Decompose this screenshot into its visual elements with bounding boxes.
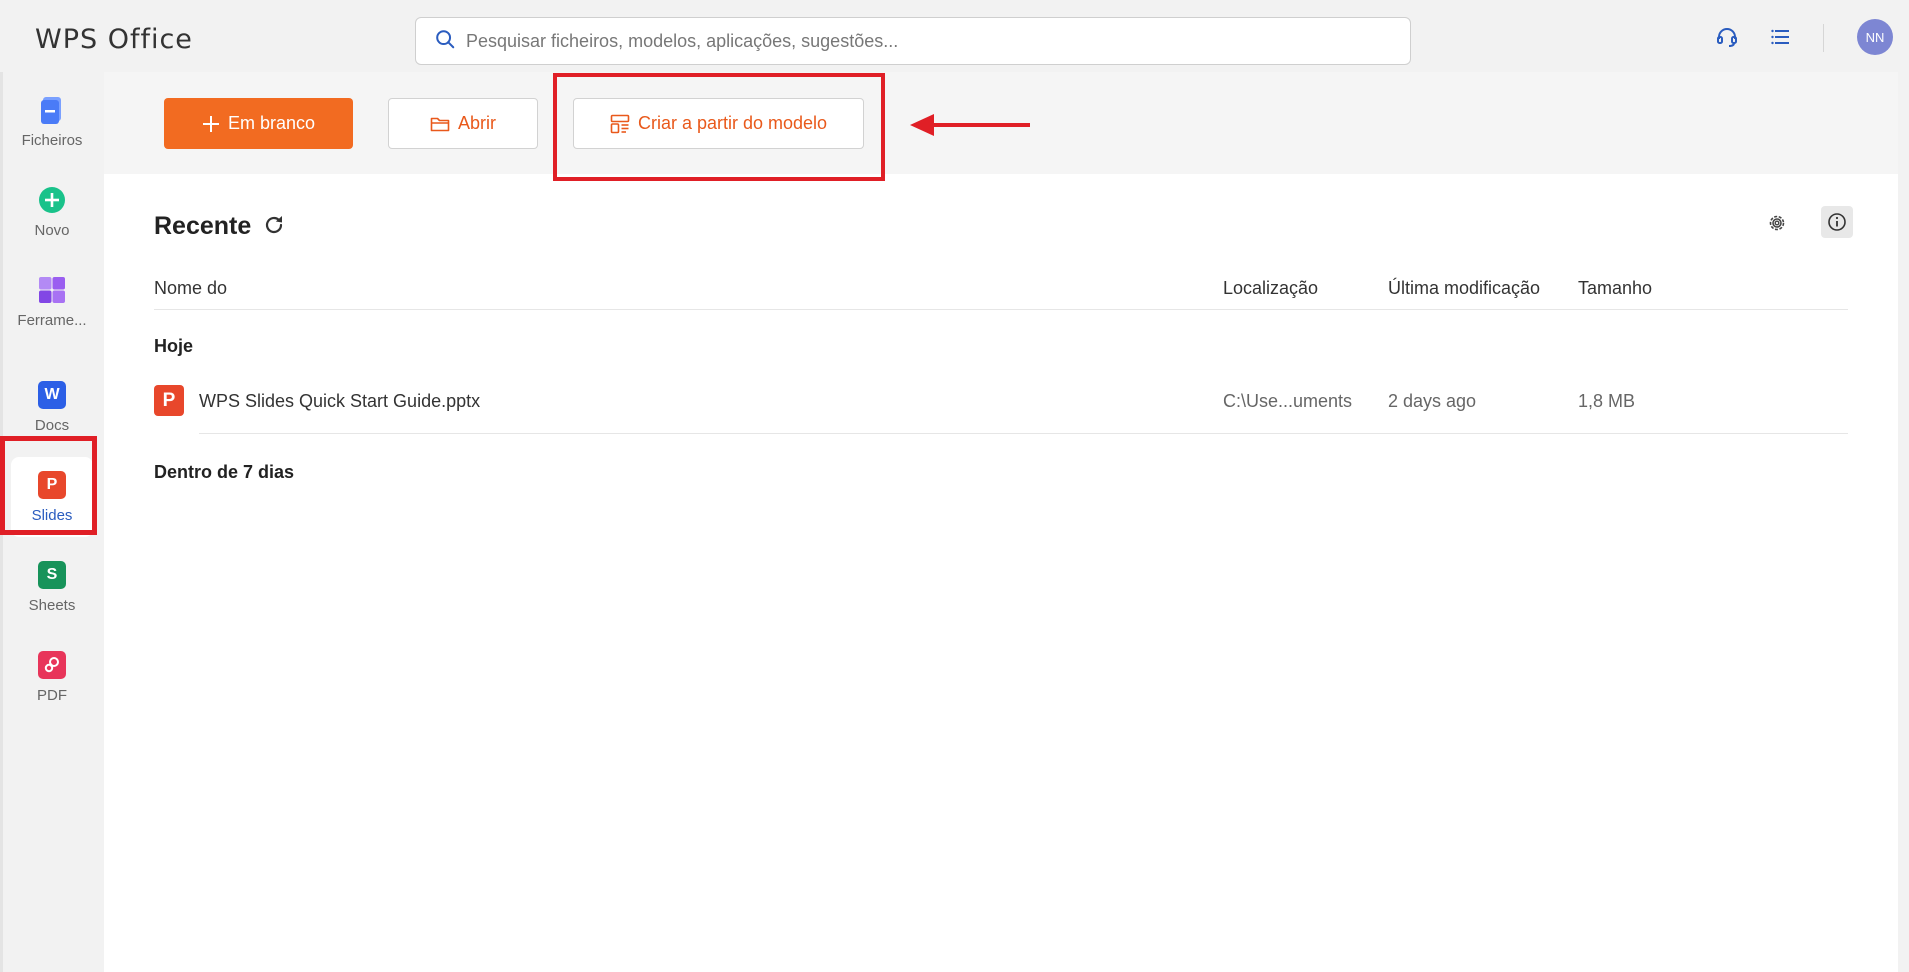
divider xyxy=(154,309,1848,310)
pdf-icon xyxy=(38,650,66,679)
gear-icon[interactable] xyxy=(1764,210,1790,236)
open-label: Abrir xyxy=(457,113,496,133)
column-header-modified[interactable]: Última modificação xyxy=(1388,278,1540,299)
new-blank-button[interactable]: Em branco xyxy=(164,98,353,149)
sidebar-item-ferramentas[interactable]: Ferrame... xyxy=(11,262,93,342)
sidebar-item-label: Ficheiros xyxy=(21,131,83,149)
new-blank-label: Em branco xyxy=(227,113,316,133)
docs-icon: W xyxy=(38,380,66,409)
divider xyxy=(1823,24,1824,52)
page-title: Recente xyxy=(154,212,252,240)
sidebar-item-label: Ferrame... xyxy=(17,311,87,329)
sidebar-item-docs[interactable]: W Docs xyxy=(11,367,93,447)
sidebar-item-label: Novo xyxy=(34,221,70,239)
column-header-location[interactable]: Localização xyxy=(1223,278,1318,299)
column-header-name[interactable]: Nome do xyxy=(154,278,227,299)
file-size: 1,8 MB xyxy=(1578,391,1636,411)
file-modified: 2 days ago xyxy=(1388,391,1477,411)
top-bar: WPS Office NN xyxy=(0,0,1909,72)
tools-icon xyxy=(38,276,66,304)
pptx-file-icon: P xyxy=(154,385,184,416)
sheets-icon: S xyxy=(38,560,66,589)
files-icon xyxy=(38,96,66,124)
folder-icon xyxy=(430,115,450,133)
arrow-annotation xyxy=(910,114,1030,136)
divider xyxy=(199,433,1848,434)
open-button[interactable]: Abrir xyxy=(388,98,538,149)
sidebar-item-pdf[interactable]: PDF xyxy=(11,637,93,717)
info-icon[interactable] xyxy=(1821,206,1853,238)
main-content: Em branco Abrir Criar a partir do modelo… xyxy=(104,72,1898,972)
file-location: C:\Use...uments xyxy=(1223,391,1353,411)
app-logo: WPS Office xyxy=(35,24,193,55)
refresh-icon[interactable] xyxy=(262,213,288,239)
sidebar-item-label: Sheets xyxy=(28,596,76,614)
search-input[interactable] xyxy=(466,30,1366,52)
headset-support-icon[interactable] xyxy=(1714,24,1740,50)
group-label-today: Hoje xyxy=(154,336,194,356)
plus-icon xyxy=(202,115,220,133)
search-icon xyxy=(434,28,456,55)
sidebar-item-ficheiros[interactable]: Ficheiros xyxy=(11,82,93,162)
group-label-within-7-days: Dentro de 7 dias xyxy=(154,462,295,482)
sidebar-item-label: PDF xyxy=(37,686,67,704)
search-bar[interactable] xyxy=(415,17,1411,65)
sidebar-item-novo[interactable]: Novo xyxy=(11,172,93,252)
slides-highlight-box xyxy=(0,436,97,535)
avatar[interactable]: NN xyxy=(1857,19,1893,55)
sidebar-item-label: Docs xyxy=(34,416,70,434)
sidebar-item-sheets[interactable]: S Sheets xyxy=(11,547,93,627)
menu-icon[interactable] xyxy=(1768,24,1794,50)
plus-circle-icon xyxy=(38,186,66,214)
column-header-size[interactable]: Tamanho xyxy=(1578,278,1652,299)
table-row[interactable]: P WPS Slides Quick Start Guide.pptx C:\U… xyxy=(154,380,1854,430)
file-name[interactable]: WPS Slides Quick Start Guide.pptx xyxy=(199,391,480,412)
template-highlight-box xyxy=(553,73,885,181)
